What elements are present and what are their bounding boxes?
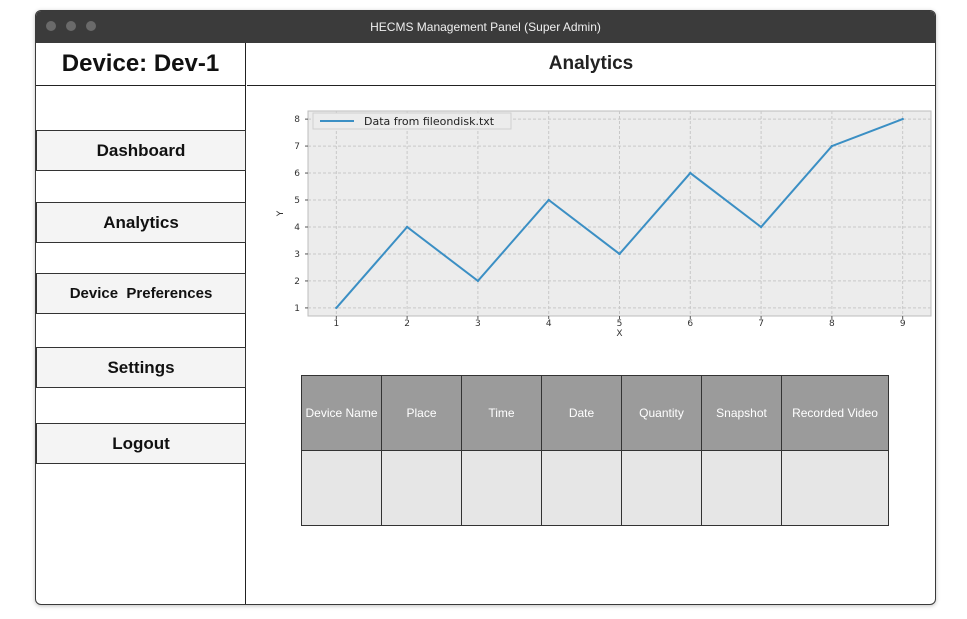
table-header-row: Device Name Place Time Date Quantity Snapshot…: [301, 375, 889, 451]
data-point: [335, 306, 338, 310]
analytics-button[interactable]: Analytics: [36, 202, 246, 243]
table-header-cell: Date: [541, 375, 622, 451]
dashboard-button[interactable]: Dashboard: [36, 130, 246, 171]
table-header-cell: Recorded Video: [781, 375, 889, 451]
data-point: [547, 198, 550, 202]
table-cell: [781, 450, 889, 526]
x-tick-label: 5: [617, 319, 623, 329]
data-point: [405, 225, 409, 229]
app-window: HECMS Management Panel (Super Admin) Dev…: [35, 10, 936, 605]
window-title: HECMS Management Panel (Super Admin): [370, 20, 601, 34]
y-tick-label: 6: [294, 169, 300, 179]
y-tick-label: 5: [294, 196, 300, 206]
title-bar: HECMS Management Panel (Super Admin): [36, 11, 935, 43]
table-header-cell: Device Name: [301, 375, 382, 451]
x-tick-label: 4: [546, 319, 552, 329]
table-cell: [301, 450, 382, 526]
table-cell: [461, 450, 542, 526]
sidebar: Device: Dev-1 Dashboard Analytics Device…: [36, 43, 246, 604]
table-body: [301, 450, 889, 526]
chart-svg: 1 2 3 4 5 6 7 8 9 1 2 3 4 5 6 7 8 X Y Data from fileondisk.…: [276, 110, 932, 339]
table-cell: [541, 450, 622, 526]
device-title: Device: Dev-1: [36, 43, 245, 86]
y-tick-label: 4: [294, 223, 300, 233]
data-point: [830, 144, 834, 148]
y-tick-label: 1: [294, 304, 300, 314]
table-header-cell: Place: [381, 375, 462, 451]
table-cell: [701, 450, 782, 526]
maximize-window-button[interactable]: [86, 21, 96, 31]
table-header-cell: Quantity: [621, 375, 702, 451]
records-table: Device Name Place Time Date Quantity Snapshot…: [301, 375, 889, 526]
page-title: Analytics: [247, 43, 935, 86]
x-tick-label: 7: [758, 319, 764, 329]
data-point: [759, 225, 763, 229]
x-tick-label: 3: [475, 319, 481, 329]
legend-label: Data from fileondisk.txt: [364, 115, 495, 128]
y-tick-label: 2: [294, 277, 300, 287]
settings-button[interactable]: Settings: [36, 347, 246, 388]
table-row: [301, 450, 889, 526]
data-point: [618, 252, 621, 256]
x-tick-label: 1: [333, 319, 339, 329]
table-cell: [381, 450, 462, 526]
x-tick-label: 6: [687, 319, 693, 329]
table-header-cell: Snapshot: [701, 375, 782, 451]
y-tick-label: 7: [294, 142, 300, 152]
window-controls: [46, 21, 96, 31]
y-tick-label: 3: [294, 250, 300, 260]
data-point: [689, 171, 692, 175]
y-axis-label: Y: [276, 210, 286, 217]
table-cell: [621, 450, 702, 526]
logout-button[interactable]: Logout: [36, 423, 246, 464]
x-tick-label: 2: [404, 319, 410, 329]
analytics-chart: 1 2 3 4 5 6 7 8 9 1 2 3 4 5 6 7 8 X Y Data from fileondisk.…: [267, 105, 935, 345]
y-tick-label: 8: [294, 115, 300, 125]
x-axis-label: X: [616, 329, 622, 339]
device-preferences-button[interactable]: Device Preferences: [36, 273, 246, 314]
table-header-cell: Time: [461, 375, 542, 451]
main-panel: Analytics 1 2 3 4 5 6 7 8 9 1 2 3 4 5 6 7 8 X Y Data from f…: [247, 43, 935, 604]
x-tick-label: 8: [829, 319, 835, 329]
data-point: [476, 279, 480, 283]
data-point: [901, 117, 904, 121]
minimize-window-button[interactable]: [66, 21, 76, 31]
close-window-button[interactable]: [46, 21, 56, 31]
x-tick-label: 9: [900, 319, 906, 329]
